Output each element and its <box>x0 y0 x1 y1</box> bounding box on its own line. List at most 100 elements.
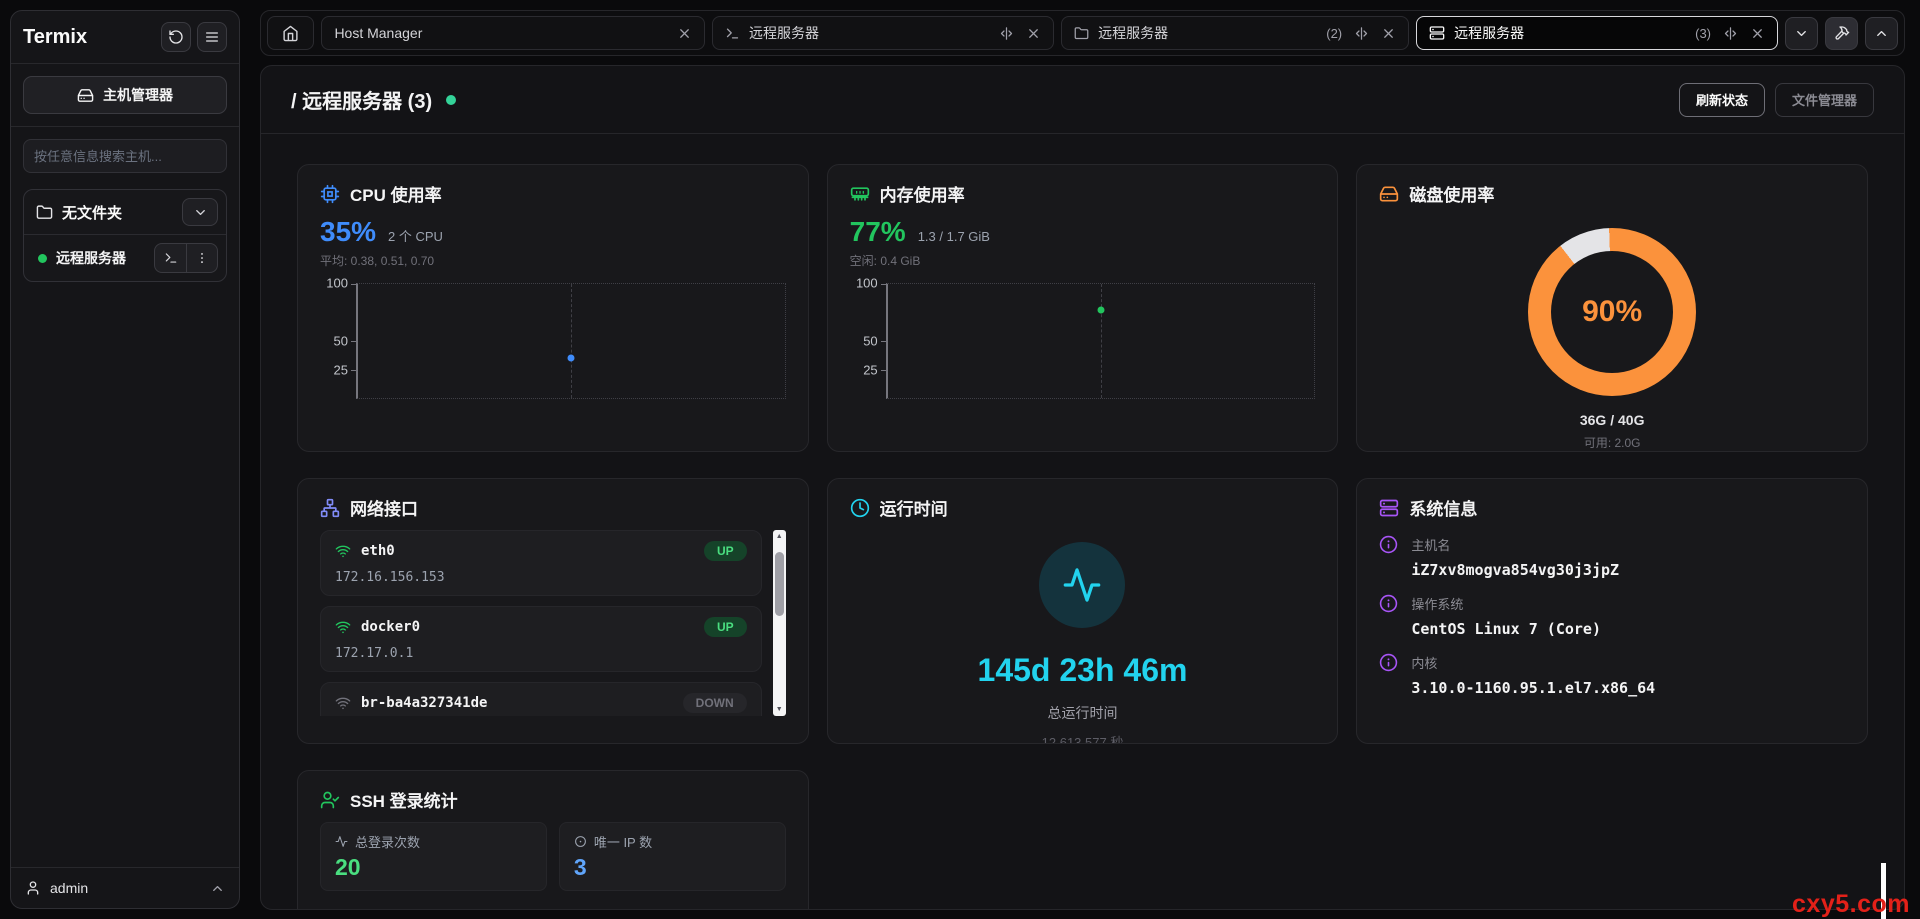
memory-icon <box>850 184 870 204</box>
interface-row: eth0 UP 172.16.156.153 <box>320 530 762 596</box>
total-logins-stat: 总登录次数 20 <box>320 822 547 891</box>
info-icon <box>1379 594 1398 638</box>
panel-header: / 远程服务器 (3) 刷新状态 文件管理器 <box>261 66 1904 134</box>
cpu-card-title: CPU 使用率 <box>350 181 442 206</box>
close-icon[interactable] <box>1750 26 1765 41</box>
server-stats-panel: / 远程服务器 (3) 刷新状态 文件管理器 CPU 使用率 35% 2 个 C… <box>260 65 1905 910</box>
server-icon <box>1429 25 1445 41</box>
scroll-down-arrow[interactable]: ▼ <box>773 706 786 713</box>
stat-label: 总登录次数 <box>355 832 420 851</box>
memory-usage-value: 77% <box>850 216 906 248</box>
tab-remote-terminal[interactable]: 远程服务器 <box>712 16 1054 50</box>
wifi-icon <box>335 543 351 559</box>
interface-row: docker0 UP 172.17.0.1 <box>320 606 762 672</box>
ssh-card-title: SSH 登录统计 <box>350 787 458 812</box>
host-terminal-button[interactable] <box>155 244 186 272</box>
refresh-button[interactable] <box>161 22 191 52</box>
refresh-status-button[interactable]: 刷新状态 <box>1679 83 1765 117</box>
terminal-icon <box>725 26 740 41</box>
breadcrumb: / 远程服务器 (3) <box>291 85 432 114</box>
close-icon[interactable] <box>1381 26 1396 41</box>
tab-host-manager[interactable]: Host Manager <box>321 16 705 50</box>
host-manager-button[interactable]: 主机管理器 <box>23 76 227 114</box>
memory-chart: 100 50 25 <box>850 283 1316 399</box>
system-row: 操作系统 CentOS Linux 7 (Core) <box>1379 594 1845 638</box>
terminal-icon <box>164 251 178 265</box>
disk-usage-text: 36G / 40G <box>1379 412 1845 428</box>
host-actions <box>154 243 218 273</box>
host-more-button[interactable] <box>186 244 217 272</box>
folder-header[interactable]: 无文件夹 <box>24 190 226 234</box>
folder-icon <box>36 204 53 221</box>
close-icon[interactable] <box>677 26 692 41</box>
hamburger-icon <box>204 29 220 45</box>
memory-card-title: 内存使用率 <box>880 181 965 206</box>
admin-tools-button[interactable] <box>1825 17 1858 50</box>
system-info-card: 系统信息 主机名 iZ7xv8mogva854vg30j3jpZ 操作系统 Ce… <box>1356 478 1868 744</box>
host-row[interactable]: 远程服务器 <box>24 234 226 281</box>
status-badge: UP <box>704 541 747 561</box>
app-logo: Termix <box>23 26 155 49</box>
refresh-icon <box>168 29 184 45</box>
memory-gridline <box>1101 284 1102 398</box>
split-icon[interactable] <box>1723 26 1738 41</box>
uptime-label: 总运行时间 <box>850 703 1316 723</box>
user-check-icon <box>320 790 340 810</box>
scroll-tabs-left-button[interactable] <box>1785 17 1818 50</box>
os-value: CentOS Linux 7 (Core) <box>1411 620 1601 638</box>
interface-name: docker0 <box>361 619 420 635</box>
tab-count: (3) <box>1695 26 1711 41</box>
host-name: 远程服务器 <box>56 248 145 268</box>
folder-collapse-button[interactable] <box>182 198 218 226</box>
tab-remote-server-active[interactable]: 远程服务器 (3) <box>1416 16 1778 50</box>
menu-button[interactable] <box>197 22 227 52</box>
tab-label: 远程服务器 <box>1098 23 1168 43</box>
home-tab-button[interactable] <box>267 16 314 50</box>
close-icon[interactable] <box>1026 26 1041 41</box>
pin-icon <box>574 835 587 848</box>
clock-icon <box>850 498 870 518</box>
kernel-value: 3.10.0-1160.95.1.el7.x86_64 <box>1411 679 1655 697</box>
status-badge: DOWN <box>683 693 747 713</box>
cpu-card: CPU 使用率 35% 2 个 CPU 平均: 0.38, 0.51, 0.70… <box>297 164 809 452</box>
disk-card-title: 磁盘使用率 <box>1409 181 1494 206</box>
network-icon <box>320 498 340 518</box>
cpu-data-point <box>568 355 575 362</box>
wifi-icon <box>335 695 351 711</box>
status-badge: UP <box>704 617 747 637</box>
interface-scrollbar[interactable]: ▲ ▼ <box>773 530 786 716</box>
server-icon <box>1379 498 1399 518</box>
disk-icon <box>1379 184 1399 204</box>
cpu-gridline <box>571 284 572 398</box>
scroll-up-arrow[interactable]: ▲ <box>773 533 786 540</box>
user-name: admin <box>50 880 201 896</box>
user-menu[interactable]: admin <box>11 867 239 908</box>
cpu-chart: 100 50 25 <box>320 283 786 399</box>
search-input[interactable] <box>23 139 227 173</box>
system-card-title: 系统信息 <box>1409 495 1477 520</box>
split-icon[interactable] <box>999 26 1014 41</box>
tabbar-controls <box>1785 17 1898 50</box>
system-label: 操作系统 <box>1411 594 1601 613</box>
interface-row: br-ba4a327341de DOWN 172.18.0.1 <box>320 682 762 716</box>
interface-name: br-ba4a327341de <box>361 695 487 711</box>
split-icon[interactable] <box>1354 26 1369 41</box>
scrollbar-thumb[interactable] <box>775 552 784 616</box>
cpu-usage-value: 35% <box>320 216 376 248</box>
uptime-card: 运行时间 145d 23h 46m 总运行时间 12,613,577 秒 <box>827 478 1339 744</box>
scroll-tabs-right-button[interactable] <box>1865 17 1898 50</box>
tab-count: (2) <box>1326 26 1342 41</box>
host-manager-wrap: 主机管理器 <box>11 64 239 127</box>
activity-icon <box>1062 565 1102 605</box>
search-wrap <box>11 127 239 179</box>
folder-icon <box>1074 26 1089 41</box>
system-row: 内核 3.10.0-1160.95.1.el7.x86_64 <box>1379 653 1845 697</box>
disk-available-text: 可用: 2.0G <box>1379 434 1845 451</box>
uptime-seconds: 12,613,577 秒 <box>850 732 1316 744</box>
tab-remote-files[interactable]: 远程服务器 (2) <box>1061 16 1409 50</box>
user-check-icon <box>320 908 337 911</box>
file-manager-button[interactable]: 文件管理器 <box>1775 83 1874 117</box>
info-icon <box>1379 535 1398 579</box>
memory-card: 内存使用率 77% 1.3 / 1.7 GiB 空闲: 0.4 GiB 100 … <box>827 164 1339 452</box>
system-label: 内核 <box>1411 653 1655 672</box>
